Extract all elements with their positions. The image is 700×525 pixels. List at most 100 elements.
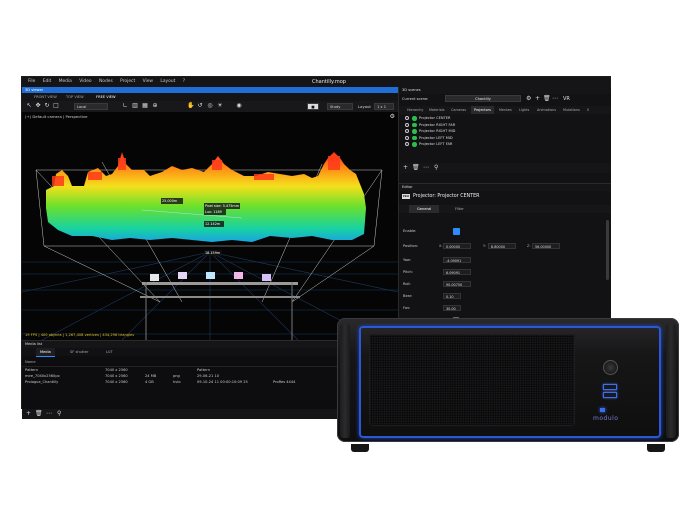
eye-icon[interactable] <box>405 142 409 146</box>
vr-button[interactable]: VR <box>563 94 570 104</box>
tab-more[interactable]: S <box>587 106 589 114</box>
menu-media[interactable]: Media <box>59 77 72 87</box>
tab-filter[interactable]: Filter <box>455 205 464 213</box>
distance-label-b: 12.142m <box>205 222 221 226</box>
eye-icon[interactable] <box>405 135 409 140</box>
menu-edit[interactable]: Edit <box>43 77 52 87</box>
device-foot <box>647 444 665 452</box>
chateau-pointcloud <box>46 152 366 242</box>
eye-icon[interactable] <box>405 122 409 127</box>
status-dot <box>412 116 417 121</box>
distance-label-a: 25.000m <box>162 199 178 203</box>
scale-icon[interactable]: □ <box>53 103 59 109</box>
menu-nodes[interactable]: Nodes <box>99 77 113 87</box>
scenes-panel-header: 3D scenes <box>399 87 611 94</box>
media-name: Prologue_Chantilly <box>25 380 59 384</box>
menu-help[interactable]: ? <box>183 77 185 87</box>
tab-lights[interactable]: Lights <box>519 106 529 114</box>
bear-field[interactable]: 0.10 <box>443 293 461 299</box>
projector-toolbar: + 🗑 ⋯ ⚲ <box>399 163 611 173</box>
brand-logo: modulo <box>593 415 619 422</box>
tab-general[interactable]: General <box>409 205 440 213</box>
projector-name: Projector RIGHT MID <box>419 129 456 133</box>
device-front-panel: modulo <box>337 318 679 442</box>
menu-file[interactable]: File <box>28 77 35 87</box>
move-icon[interactable]: ✥ <box>35 103 41 109</box>
snap-icon[interactable]: ▥ <box>132 103 138 109</box>
axis-icon[interactable]: ∟ <box>122 103 128 109</box>
media-size: 4 GB <box>145 380 154 384</box>
column-header-name[interactable]: Name <box>22 358 102 367</box>
add-icon[interactable]: + <box>403 165 408 171</box>
projector-name: Projector LEFT FAR <box>419 142 453 146</box>
layout-select[interactable]: 1 x 1 <box>374 103 394 110</box>
pitch-field[interactable]: 6.09091 <box>443 269 471 275</box>
enable-checkbox[interactable] <box>453 228 460 235</box>
yaw-field[interactable]: -4.09091 <box>443 257 471 263</box>
tab-cameras[interactable]: Cameras <box>451 106 466 114</box>
gear-icon[interactable]: ⚙ <box>390 113 395 120</box>
camera-icon[interactable]: ◉ <box>236 103 242 109</box>
menu-video[interactable]: Video <box>79 77 91 87</box>
coord-mode-select[interactable]: Local <box>74 103 108 110</box>
eye-icon[interactable] <box>405 129 409 133</box>
render-mode-select[interactable]: Study <box>327 103 353 110</box>
more-icon[interactable]: ⋯ <box>46 411 52 417</box>
distance-label-c: 18.159m <box>205 251 221 255</box>
tab-front-view[interactable]: FRONT VIEW <box>34 93 57 101</box>
yaw-label: Yaw: <box>403 258 411 262</box>
usb-port <box>603 384 617 390</box>
light-icon[interactable]: ☀ <box>217 103 223 109</box>
delete-scene-icon[interactable]: 🗑 <box>543 94 551 104</box>
hand-icon[interactable]: ✋ <box>187 103 194 109</box>
tab-top-view[interactable]: TOP VIEW <box>66 93 84 101</box>
orbit-icon[interactable]: ↺ <box>197 103 203 109</box>
power-knob[interactable] <box>603 360 618 375</box>
tab-hierarchy[interactable]: Hierarchy <box>407 106 423 114</box>
tab-animations[interactable]: Animations <box>537 106 556 114</box>
focus-icon[interactable]: ◎ <box>207 103 213 109</box>
current-scene-select[interactable]: Chantilly <box>445 95 521 102</box>
tab-lut[interactable]: LUT <box>102 348 117 356</box>
delete-icon[interactable]: 🗑 <box>35 411 43 417</box>
settings-icon[interactable]: ⚙ <box>526 94 531 104</box>
add-scene-icon[interactable]: + <box>535 94 540 104</box>
tab-mutations[interactable]: Mutations <box>563 106 580 114</box>
pivot-icon[interactable]: ⊕ <box>152 103 158 109</box>
more-icon[interactable]: ⋯ <box>552 94 558 104</box>
list-item[interactable]: Projector LEFT FAR <box>399 141 611 148</box>
tab-media[interactable]: Media <box>36 348 55 357</box>
menu-layout[interactable]: Layout <box>160 77 175 87</box>
viewport-toolbar: ↖ ✥ ↻ □ Local ∟ ▥ ▦ ⊕ ✋ ↺ ◎ ☀ ◉ ■ Study … <box>22 101 398 112</box>
select-icon[interactable]: ↖ <box>26 103 32 109</box>
editor-header: Editor <box>399 184 611 191</box>
delete-icon[interactable]: 🗑 <box>412 165 420 171</box>
tab-materials[interactable]: Materials <box>429 106 445 114</box>
axis-z-label: Z: <box>527 244 531 248</box>
search-icon[interactable]: ⚲ <box>434 165 438 171</box>
3d-viewport[interactable]: (+) Default camera | Perspective ⚙ 25.00… <box>22 112 398 340</box>
window-title: Chantilly.mop <box>312 79 346 85</box>
rotate-icon[interactable]: ↻ <box>44 103 50 109</box>
status-dot <box>412 129 417 134</box>
add-icon[interactable]: + <box>26 411 31 417</box>
search-icon[interactable]: ⚲ <box>57 411 61 417</box>
position-x-field[interactable]: 0.00000 <box>443 243 471 249</box>
tab-sf-shutter[interactable]: SF shutter <box>66 348 92 356</box>
grid-icon[interactable]: ▦ <box>142 103 148 109</box>
tab-projectors[interactable]: Projectors <box>471 106 494 114</box>
position-y-field[interactable]: 8.80000 <box>488 243 516 249</box>
more-icon[interactable]: ⋯ <box>423 165 429 171</box>
projector-list: Projector CENTER Projector RIGHT FAR Pro… <box>399 115 611 148</box>
menu-view[interactable]: View <box>143 77 153 87</box>
status-dot <box>412 122 417 127</box>
fov-field[interactable]: 30.00 <box>443 305 461 311</box>
position-z-field[interactable]: 56.00000 <box>532 243 560 249</box>
editor-scrollbar[interactable] <box>606 220 609 280</box>
rack-ear-left <box>340 324 350 438</box>
menu-project[interactable]: Project <box>120 77 135 87</box>
eye-icon[interactable] <box>405 116 409 120</box>
roll-field[interactable]: 90.00750 <box>443 281 471 287</box>
tab-meshes[interactable]: Meshes <box>499 106 512 114</box>
status-dot <box>412 142 417 147</box>
